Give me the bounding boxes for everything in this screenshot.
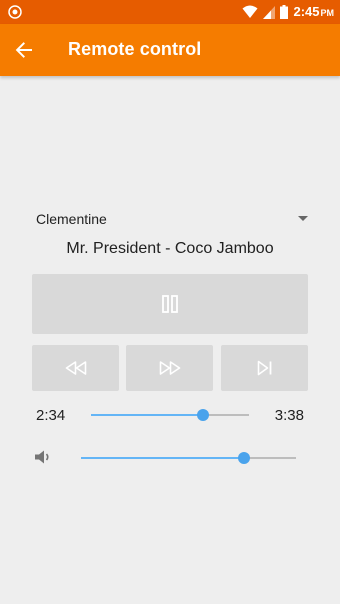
back-button[interactable] [10,36,38,64]
track-title: Mr. President - Coco Jamboo [66,240,274,257]
device-selected-value: Clementine [36,211,107,227]
skip-next-icon [257,360,271,376]
rewind-button[interactable] [32,345,119,391]
status-time: 2:45 [293,4,320,19]
status-ampm: PM [320,8,335,18]
progress-slider[interactable] [91,409,249,421]
elapsed-time: 2:34 [36,407,66,424]
fast-forward-icon [159,361,180,375]
notification-icon [8,5,22,19]
page-title: Remote control [68,39,202,59]
device-dropdown[interactable]: Clementine [36,208,308,232]
app-bar: Remote control [0,24,340,76]
volume-slider-thumb[interactable] [238,452,251,464]
dropdown-arrow-icon [298,216,308,221]
fast-forward-button[interactable] [126,345,213,391]
volume-icon [35,450,49,464]
pause-button[interactable] [32,274,308,334]
status-bar: 2:45PM [0,0,340,24]
status-icons: 2:45PM [242,3,334,21]
progress-slider-fill [91,414,203,416]
total-time: 3:38 [274,407,304,424]
volume-slider-fill [81,457,245,459]
pause-icon [162,295,178,313]
skip-next-button[interactable] [221,345,308,391]
volume-slider[interactable] [81,452,296,464]
battery-icon [280,5,289,19]
wifi-icon [242,5,258,18]
rewind-icon [65,361,86,375]
signal-icon [263,5,276,19]
progress-slider-thumb[interactable] [196,409,209,421]
arrow-back-icon [15,42,32,58]
